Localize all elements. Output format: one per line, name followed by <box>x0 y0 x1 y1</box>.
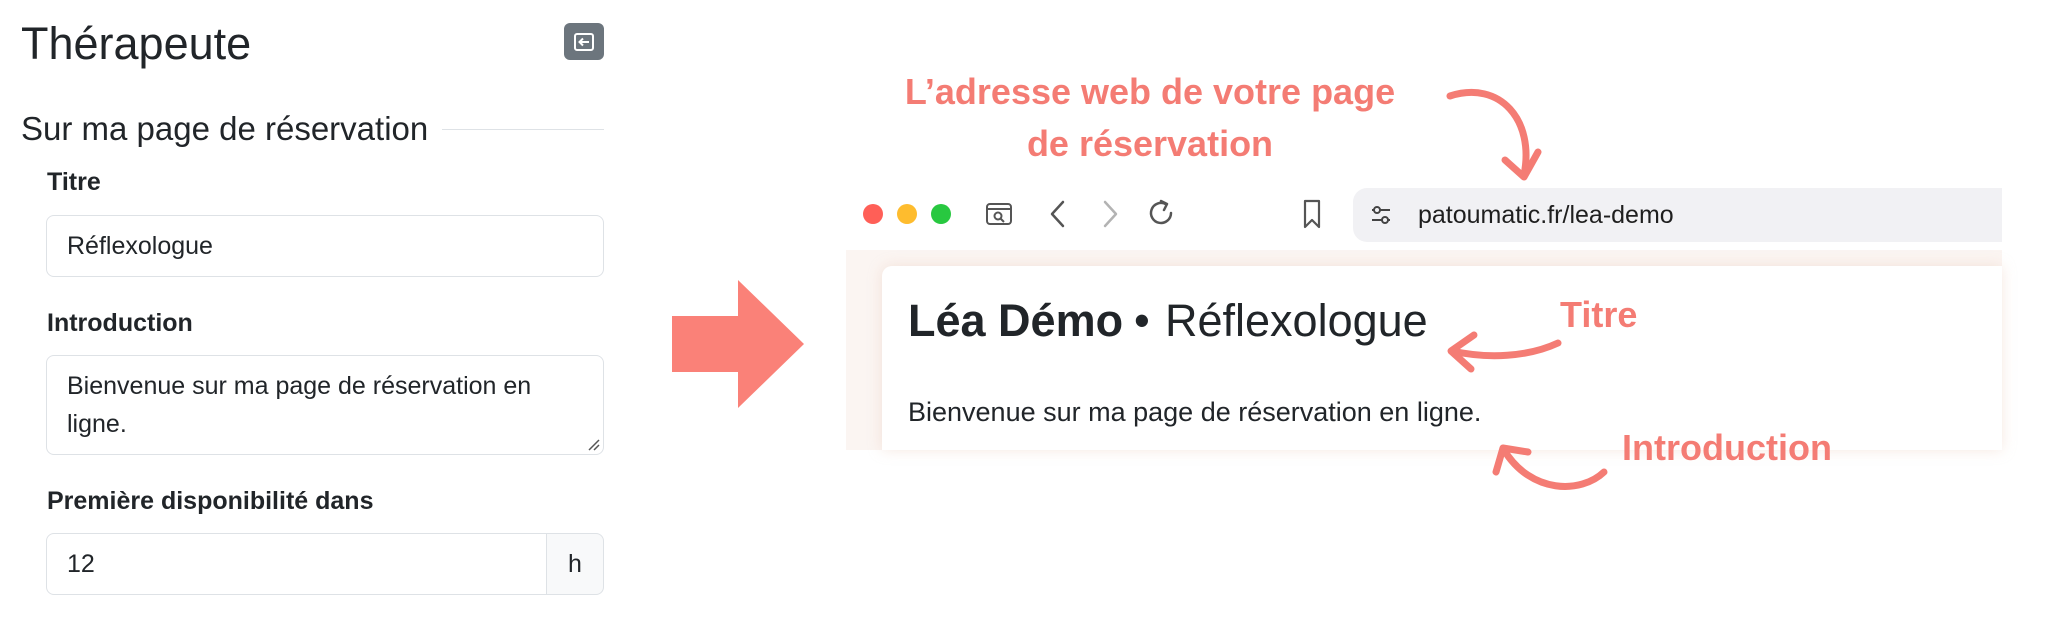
curved-arrow-address-icon <box>1446 88 1542 181</box>
curved-arrow-titre-icon <box>1447 331 1562 373</box>
maximize-window-button[interactable] <box>931 204 951 224</box>
curved-arrow-introduction-icon <box>1492 444 1608 490</box>
disponibilite-input-value: 12 <box>67 549 95 578</box>
exit-icon <box>574 32 594 51</box>
sidebar-icon[interactable] <box>984 199 1014 229</box>
page-title: Thérapeute <box>21 18 252 69</box>
minimize-window-button[interactable] <box>897 204 917 224</box>
url-host: patoumatic.fr/ <box>1418 201 1570 229</box>
annotation-introduction: Introduction <box>1622 427 1832 468</box>
site-settings-icon[interactable] <box>1368 202 1394 228</box>
exit-button[interactable] <box>564 23 604 60</box>
reload-icon[interactable] <box>1144 196 1178 230</box>
arrow-right-icon <box>672 280 804 408</box>
introduction-label: Introduction <box>47 309 193 337</box>
titre-input-value: Réflexologue <box>67 231 213 260</box>
url-text[interactable]: patoumatic.fr/lea-demo <box>1418 199 1674 231</box>
forward-icon[interactable] <box>1096 197 1124 231</box>
url-path: lea-demo <box>1569 201 1674 229</box>
section-divider <box>430 129 604 130</box>
resize-grip-icon[interactable] <box>587 438 601 452</box>
titre-input[interactable]: Réflexologue <box>46 215 604 277</box>
disponibilite-input[interactable]: 12 <box>46 533 547 595</box>
close-window-button[interactable] <box>863 204 883 224</box>
introduction-textarea-value: Bienvenue sur ma page de réservation en … <box>67 372 532 438</box>
hours-unit-addon: h <box>546 533 604 595</box>
practitioner-title: Réflexologue <box>1165 295 1428 346</box>
booking-intro: Bienvenue sur ma page de réservation en … <box>908 397 1482 427</box>
back-icon[interactable] <box>1044 197 1072 231</box>
annotation-address-line1: L’adresse web de votre page <box>904 71 1396 112</box>
title-separator: • <box>1134 295 1150 346</box>
bookmark-icon[interactable] <box>1298 197 1326 231</box>
section-title: Sur ma page de réservation <box>21 107 443 151</box>
annotation-address-line2: de réservation <box>1026 123 1274 164</box>
disponibilite-label: Première disponibilité dans <box>47 487 374 515</box>
annotation-titre: Titre <box>1560 294 1638 335</box>
titre-label: Titre <box>47 168 101 196</box>
introduction-textarea[interactable]: Bienvenue sur ma page de réservation en … <box>46 355 604 455</box>
practitioner-name: Léa Démo <box>908 295 1124 346</box>
annotation-address: L’adresse web de votre page de réservati… <box>860 66 1440 170</box>
